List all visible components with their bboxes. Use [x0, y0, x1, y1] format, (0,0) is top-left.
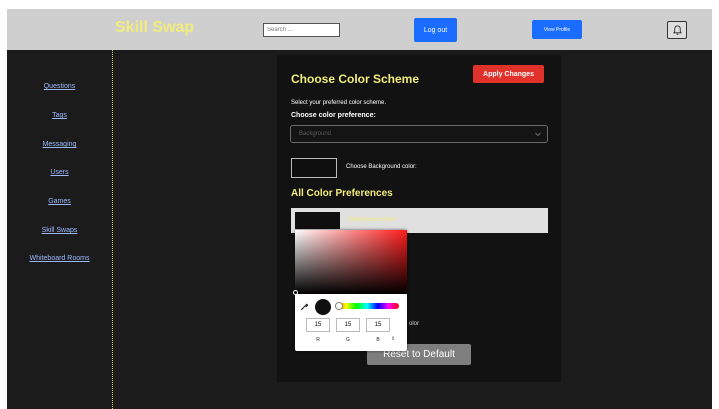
green-label: G: [346, 337, 350, 343]
blue-label: B: [376, 337, 380, 343]
sidebar-item-questions[interactable]: Questions: [7, 83, 112, 90]
green-input[interactable]: 15: [336, 318, 360, 332]
sidebar: Questions Tags Messaging Users Games Ski…: [7, 50, 113, 409]
sidebar-item-users[interactable]: Users: [7, 169, 112, 176]
top-header: Skill Swap Log out View Profile: [7, 9, 712, 50]
saturation-handle[interactable]: [293, 290, 298, 295]
hue-slider[interactable]: [335, 303, 399, 309]
color-preview: [315, 299, 331, 315]
sidebar-item-tags[interactable]: Tags: [7, 112, 112, 119]
obscured-text: olor: [409, 321, 420, 327]
chevron-down-icon: [535, 132, 541, 137]
format-toggle-icon[interactable]: ⇕: [391, 336, 395, 342]
panel-subtitle: Select your preferred color scheme.: [291, 100, 387, 106]
sidebar-item-whiteboard-rooms[interactable]: Whiteboard Rooms: [7, 255, 112, 262]
background-color-swatch[interactable]: [291, 158, 337, 178]
preference-label: Choose color preference:: [291, 112, 376, 119]
preference-color-chip: [295, 212, 340, 229]
logout-button[interactable]: Log out: [414, 18, 457, 42]
search-input[interactable]: [263, 23, 340, 37]
all-preferences-title: All Color Preferences: [291, 188, 393, 199]
color-preference-select[interactable]: Background: [290, 125, 548, 143]
panel-title: Choose Color Scheme: [291, 72, 420, 86]
preference-row-label: Background color: [349, 217, 396, 223]
blue-input[interactable]: 15: [366, 318, 390, 332]
select-value: Background: [299, 131, 332, 137]
sidebar-item-messaging[interactable]: Messaging: [7, 141, 112, 148]
eyedropper-icon[interactable]: [300, 302, 309, 311]
sidebar-item-games[interactable]: Games: [7, 198, 112, 205]
saturation-area[interactable]: [293, 230, 407, 295]
brand-logo[interactable]: Skill Swap: [115, 19, 194, 37]
view-profile-button[interactable]: View Profile: [532, 20, 582, 39]
red-label: R: [316, 337, 320, 343]
red-input[interactable]: 15: [306, 318, 330, 332]
color-picker-popover[interactable]: 15 15 15 R G B ⇕: [293, 230, 407, 351]
bell-icon: [673, 25, 682, 35]
swatch-label: Choose Background color:: [346, 164, 417, 170]
notifications-button[interactable]: [667, 21, 687, 39]
hue-slider-handle[interactable]: [335, 302, 343, 310]
sidebar-item-skill-swaps[interactable]: Skill Swaps: [7, 227, 112, 234]
apply-changes-button[interactable]: Apply Changes: [473, 65, 544, 83]
